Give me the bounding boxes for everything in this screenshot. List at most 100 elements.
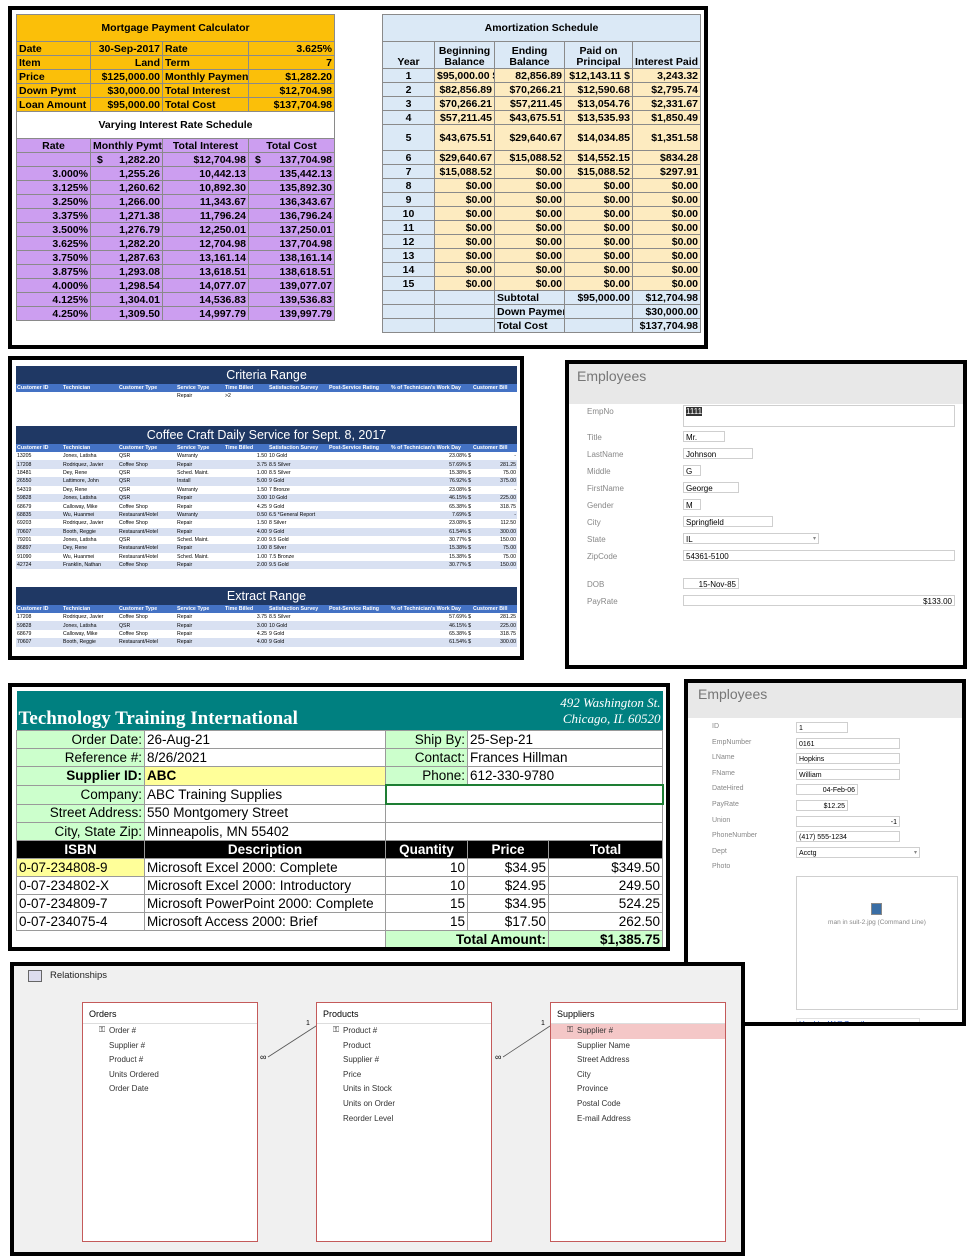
table-cell[interactable]: Jones, Latisha bbox=[62, 452, 118, 461]
criteria-cell[interactable] bbox=[472, 392, 517, 401]
table-cell[interactable]: $0.00 bbox=[564, 234, 633, 249]
table-cell[interactable] bbox=[328, 477, 390, 486]
table-cell[interactable]: 12,250.01 bbox=[162, 222, 249, 237]
table-cell[interactable]: 138,618.51 bbox=[247, 264, 336, 279]
field-union[interactable]: -1 bbox=[796, 815, 900, 827]
table-cell[interactable]: 6 bbox=[382, 150, 435, 165]
city-value[interactable]: Minneapolis, MN 55402 bbox=[144, 822, 386, 841]
table-cell[interactable]: $349.50 bbox=[547, 858, 664, 877]
table-cell[interactable]: 11,796.24 bbox=[162, 208, 249, 223]
table-cell[interactable]: $0.00 bbox=[564, 220, 633, 235]
table-cell[interactable]: 75.00 bbox=[472, 468, 517, 478]
total-interest-cell[interactable]: $12,704.98 bbox=[162, 152, 249, 167]
field-phonenumber[interactable]: (417) 555-1234 bbox=[796, 831, 900, 843]
table-cell[interactable]: 9 Gold bbox=[268, 629, 328, 639]
table-cell[interactable]: Repair bbox=[176, 502, 224, 511]
table-cell[interactable]: 1,271.38 bbox=[90, 208, 163, 223]
table-cell[interactable]: Restaurant/Hotel bbox=[118, 510, 176, 520]
table-cell[interactable]: 1.50 bbox=[224, 452, 268, 461]
row-value[interactable]: Land bbox=[90, 55, 163, 70]
table-cell[interactable]: 0-07-234802-X bbox=[16, 876, 145, 895]
table-cell[interactable] bbox=[328, 535, 390, 545]
summary-value[interactable]: $95,000.00 bbox=[564, 290, 633, 305]
table-cell[interactable]: $0.00 bbox=[564, 276, 633, 291]
table-cell[interactable]: 1.50 bbox=[224, 485, 268, 494]
table-cell[interactable]: 375.00 bbox=[472, 477, 517, 486]
table-cell[interactable]: 14,077.07 bbox=[162, 278, 249, 293]
table-cell[interactable]: QSR bbox=[118, 493, 176, 503]
field-payrate[interactable]: $12.25 bbox=[796, 800, 848, 811]
table-cell[interactable]: 1,276.79 bbox=[90, 222, 163, 237]
table-cell[interactable]: 10 bbox=[385, 876, 468, 895]
field-item[interactable]: Product bbox=[317, 1039, 491, 1054]
table-cell[interactable] bbox=[328, 561, 390, 570]
table-cell[interactable]: 3.000% bbox=[16, 166, 91, 181]
table-cell[interactable]: Repair bbox=[176, 544, 224, 553]
criteria-cell[interactable]: Repair bbox=[176, 392, 224, 401]
table-cell[interactable] bbox=[328, 527, 390, 536]
table-cell[interactable]: Jones, Latisha bbox=[62, 621, 118, 630]
selected-cell[interactable] bbox=[384, 784, 664, 805]
table-cell[interactable] bbox=[328, 638, 390, 647]
table-cell[interactable]: $0.00 bbox=[494, 248, 565, 263]
email-link[interactable]: HopkinsW@Gmail.com bbox=[796, 1018, 920, 1022]
table-cell[interactable]: 139,077.07 bbox=[247, 278, 336, 293]
table-cell[interactable]: 12 bbox=[382, 234, 435, 249]
table-cell[interactable]: Coffee Shop bbox=[118, 629, 176, 639]
field-lastname[interactable]: Johnson bbox=[683, 448, 753, 459]
table-cell[interactable]: 5.00 bbox=[224, 477, 268, 486]
field-empno[interactable]: 1111 bbox=[683, 405, 955, 427]
table-cell[interactable]: $0.00 bbox=[494, 220, 565, 235]
table-cell[interactable]: $15,088.52 bbox=[494, 150, 565, 165]
field-item[interactable]: ⚿ Order # bbox=[83, 1024, 257, 1039]
chevron-down-icon[interactable]: ▾ bbox=[813, 534, 816, 545]
table-cell[interactable]: 13 bbox=[382, 248, 435, 263]
table-cell[interactable]: 3,243.32 bbox=[631, 68, 702, 83]
contact-value[interactable]: Frances Hillman bbox=[466, 748, 664, 767]
table-cell[interactable]: 112.50 bbox=[472, 519, 517, 528]
table-cell[interactable]: $43,675.51 bbox=[494, 110, 565, 125]
table-cell[interactable]: $34.95 bbox=[467, 894, 549, 913]
table-cell[interactable]: $70,266.21 bbox=[434, 96, 495, 111]
table-cell[interactable]: 10 bbox=[382, 206, 435, 221]
table-cell[interactable]: 225.00 bbox=[472, 621, 517, 630]
table-cell[interactable]: Franklin, Nathan bbox=[62, 561, 118, 570]
table-cell[interactable]: 318.75 bbox=[472, 502, 517, 511]
table-cell[interactable]: Coffee Shop bbox=[118, 460, 176, 469]
field-payrate[interactable]: $133.00 bbox=[683, 595, 955, 606]
table-cell[interactable]: $1,351.58 bbox=[631, 124, 702, 151]
table-cell[interactable] bbox=[328, 460, 390, 469]
table-cell[interactable]: $29,640.67 bbox=[434, 150, 495, 165]
table-cell[interactable]: 225.00 bbox=[472, 493, 517, 503]
table-cell[interactable]: Booth, Reggie bbox=[62, 527, 118, 536]
table-cell[interactable]: QSR bbox=[118, 477, 176, 486]
table-cell[interactable]: 281.25 bbox=[472, 460, 517, 469]
table-cell[interactable]: 59828 bbox=[16, 493, 62, 503]
table-cell[interactable]: 4.00 bbox=[224, 527, 268, 536]
table-cell[interactable]: Microsoft PowerPoint 2000: Complete bbox=[144, 894, 386, 913]
field-item[interactable]: Postal Code bbox=[551, 1097, 725, 1112]
table-cell[interactable]: 300.00 bbox=[472, 527, 517, 536]
table-cell[interactable]: Install bbox=[176, 477, 224, 486]
summary-value[interactable]: $30,000.00 bbox=[631, 304, 702, 319]
table-cell[interactable]: $297.91 bbox=[631, 164, 702, 179]
table-cell[interactable]: $0.00 bbox=[564, 262, 633, 277]
table-cell[interactable]: 1,309.50 bbox=[90, 306, 163, 321]
criteria-cell[interactable] bbox=[16, 392, 62, 401]
table-cell[interactable]: $0.00 bbox=[631, 220, 702, 235]
summary-value[interactable]: $137,704.98 bbox=[631, 318, 702, 333]
reference-value[interactable]: 8/26/2021 bbox=[144, 748, 386, 767]
ship-by-value[interactable]: 25-Sep-21 bbox=[466, 730, 664, 749]
table-cell[interactable]: 57.69% $ bbox=[390, 613, 472, 622]
table-cell[interactable]: 3.750% bbox=[16, 250, 91, 265]
table-cell[interactable]: 13205 bbox=[16, 452, 62, 461]
table-cell[interactable]: 15 bbox=[382, 276, 435, 291]
table-cell[interactable]: 70607 bbox=[16, 638, 62, 647]
field-lname[interactable]: Hopkins bbox=[796, 753, 900, 765]
table-cell[interactable]: 1,282.20 bbox=[90, 236, 163, 251]
table-cell[interactable]: $0.00 bbox=[494, 178, 565, 193]
table-cell[interactable]: 4.25 bbox=[224, 629, 268, 639]
table-cell[interactable]: $15,088.52 bbox=[434, 164, 495, 179]
table-cell[interactable]: 15.38% $ bbox=[390, 544, 472, 553]
table-cell[interactable]: 0-07-234075-4 bbox=[16, 912, 145, 931]
